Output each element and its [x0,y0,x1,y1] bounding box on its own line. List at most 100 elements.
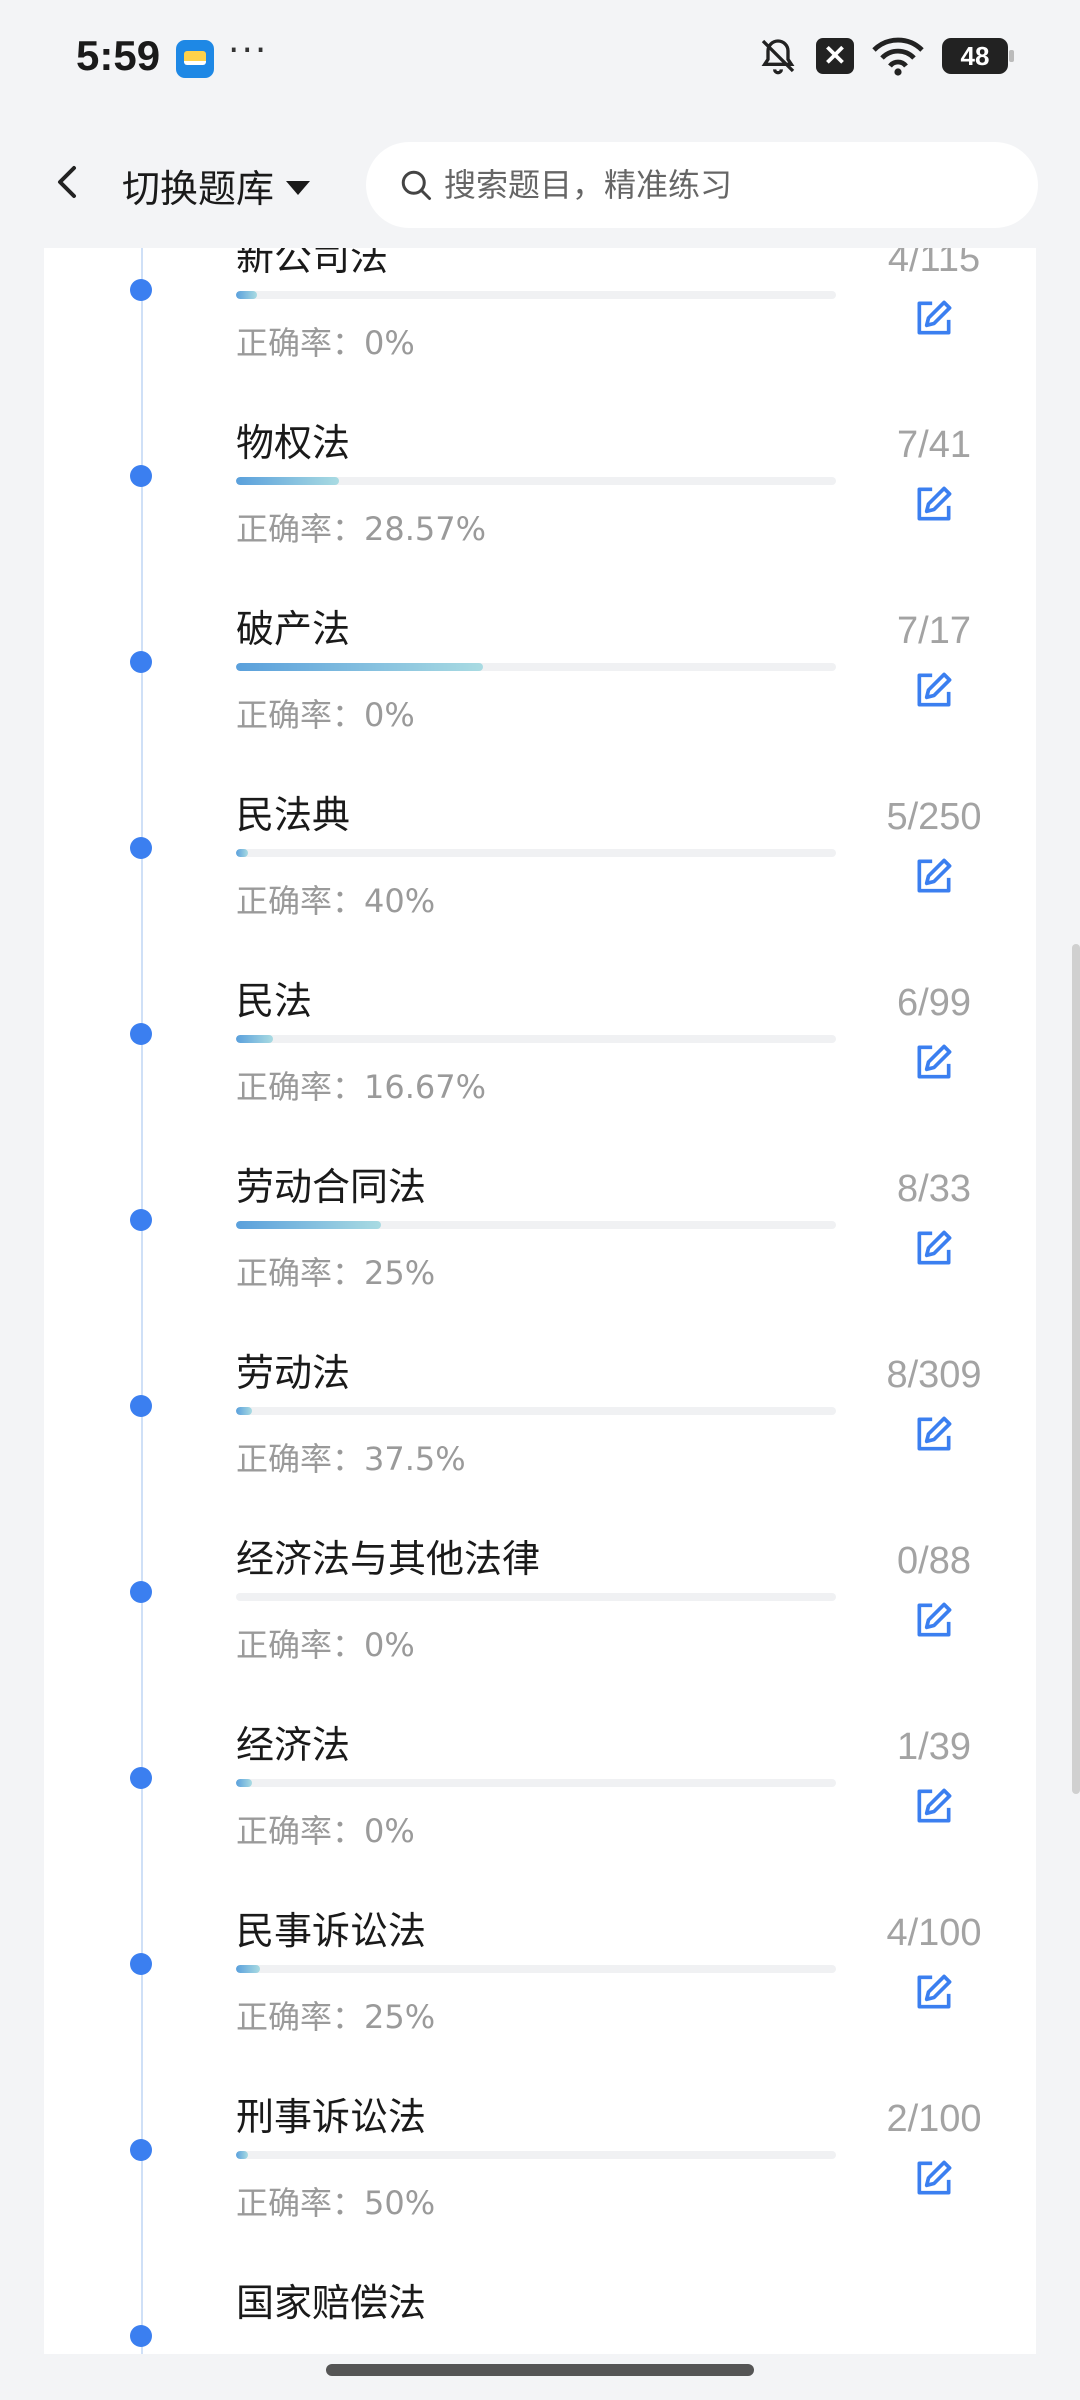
chapter-row[interactable]: 破产法正确率：0% 7/17 [44,598,1036,788]
chapter-row[interactable]: 劳动合同法 正确率：25% 8/33 [44,1156,1036,1346]
chapter-title: 经济法 [236,1723,351,1767]
scrollbar[interactable] [1072,944,1080,1794]
home-indicator[interactable] [326,2364,754,2376]
timeline-dot [130,1953,152,1975]
chapter-progress-track [236,1593,836,1601]
chapter-count: 8/309 [886,1354,982,1396]
chapter-progress-track [236,1965,836,1973]
status-bar: 5:59 ··· ✕ 48 [0,0,1080,118]
edit-practice-icon[interactable] [912,1970,956,2014]
chapter-accuracy: 正确率：40% [236,882,436,920]
timeline-dot [130,1023,152,1045]
switch-question-bank-button[interactable]: 切换题库 [122,158,311,213]
timeline-dot [130,2139,152,2161]
chapter-accuracy: 正确率：0% [236,1812,415,1850]
chapter-title: 经济法与其他法律 [236,1537,541,1581]
chapter-progress-track [236,849,836,857]
chapter-accuracy: 正确率：50% [236,2184,436,2222]
chapter-accuracy: 正确率：25% [236,1998,436,2036]
chapter-row[interactable]: 民事诉讼法正确率：25% 4/100 [44,1900,1036,2090]
timeline-dot [130,1767,152,1789]
chapter-row[interactable]: 民法正确率：16.67% 6/99 [44,970,1036,1160]
edit-practice-icon[interactable] [912,296,956,340]
timeline-dot [130,465,152,487]
chapter-row[interactable]: 经济法正确率：0% 1/39 [44,1714,1036,1904]
chapter-title: 破产法 [236,607,351,651]
status-icons: ✕ 48 [758,36,1014,76]
chapter-progress-fill [236,1965,260,1973]
edit-practice-icon[interactable] [912,1598,956,1642]
chapter-progress-fill [236,663,484,671]
chapter-accuracy: 正确率：16.67% [236,1068,487,1106]
chapter-title: 劳动法 [236,1351,351,1395]
battery-indicator: 48 [942,38,1014,74]
chapter-count: 6/99 [897,982,971,1024]
edit-practice-icon[interactable] [912,1226,956,1270]
chapter-count: 2/100 [886,2098,982,2140]
chapter-progress-fill [236,1779,252,1787]
timeline-dot [130,279,152,301]
chapter-accuracy: 正确率：28.57% [236,510,487,548]
edit-practice-icon[interactable] [912,1784,956,1828]
timeline-dot [130,1209,152,1231]
chapter-row[interactable]: 国家赔偿法 [44,2272,1036,2354]
chapter-accuracy: 正确率：0% [236,324,415,362]
chapter-title: 国家赔偿法 [236,2281,427,2325]
edit-practice-icon[interactable] [912,482,956,526]
chapter-title: 新公司法 [236,248,389,279]
chapter-accuracy: 正确率：25% [236,1254,436,1292]
wifi-icon [872,36,924,76]
chapter-row[interactable]: 劳动法正确率：37.5% 8/309 [44,1342,1036,1532]
chapter-accuracy: 正确率：0% [236,1626,415,1664]
chapter-progress-track [236,291,836,299]
timeline-dot [130,837,152,859]
chapter-progress-track [236,1779,836,1787]
chapter-progress-track [236,663,836,671]
back-button[interactable] [40,154,96,210]
chapter-progress-fill [236,849,248,857]
chapter-title: 劳动合同法 [236,1165,427,1209]
chapter-row[interactable]: 物权法正确率：28.57% 7/41 [44,412,1036,602]
chapter-title: 刑事诉讼法 [236,2095,427,2139]
chapter-progress-track [236,477,836,485]
chapter-accuracy: 正确率：37.5% [236,1440,466,1478]
chapter-progress-fill [236,1407,252,1415]
chapter-row[interactable]: 新公司法正确率：0% 4/115 [44,248,1036,416]
chapter-list: 新公司法 正确率：0% 4/115 物权法 正确率：28.57% 7/41 破产法 正确率：0… [44,248,1036,2354]
chapter-count: 4/100 [886,1912,982,1954]
chapter-count: 7/41 [897,424,971,466]
status-time: 5:59 [76,32,161,79]
chapter-progress-fill [236,1221,382,1229]
chevron-left-icon [58,166,76,198]
switch-bank-label: 切换题库 [122,167,275,211]
chapter-title: 民事诉讼法 [236,1909,427,1953]
caret-down-icon [286,180,311,195]
chapter-count: 4/115 [887,248,981,280]
chapter-progress-fill [236,1035,273,1043]
chapter-row[interactable]: 民法典 正确率：40% 5/250 [44,784,1036,974]
chapter-progress-fill [236,2151,248,2159]
edit-practice-icon[interactable] [912,1040,956,1084]
chapter-progress-track [236,2151,836,2159]
x-notification-icon: ✕ [816,38,854,74]
edit-practice-icon[interactable] [912,668,956,712]
edit-practice-icon[interactable] [912,2156,956,2200]
search-input[interactable] [442,165,1006,205]
chapter-count: 7/17 [897,610,971,652]
chapter-row[interactable]: 经济法与其他法律正确率：0% 0/88 [44,1528,1036,1718]
chapter-progress-fill [236,291,257,299]
chapter-row[interactable]: 刑事诉讼法正确率：50% 2/100 [44,2086,1036,2276]
chapter-progress-track [236,1035,836,1043]
timeline-dot [130,1581,152,1603]
bell-muted-icon [758,36,798,76]
chapter-title: 物权法 [236,421,351,465]
chapter-count: 5/250 [886,796,982,838]
chapter-progress-fill [236,477,339,485]
edit-practice-icon[interactable] [912,1412,956,1456]
chapter-accuracy: 正确率：0% [236,696,415,734]
edit-practice-icon[interactable] [912,854,956,898]
chapter-count: 0/88 [897,1540,971,1582]
chapter-count: 1/39 [897,1726,971,1768]
search-bar[interactable] [366,142,1038,228]
chapter-title: 民法 [236,979,313,1023]
